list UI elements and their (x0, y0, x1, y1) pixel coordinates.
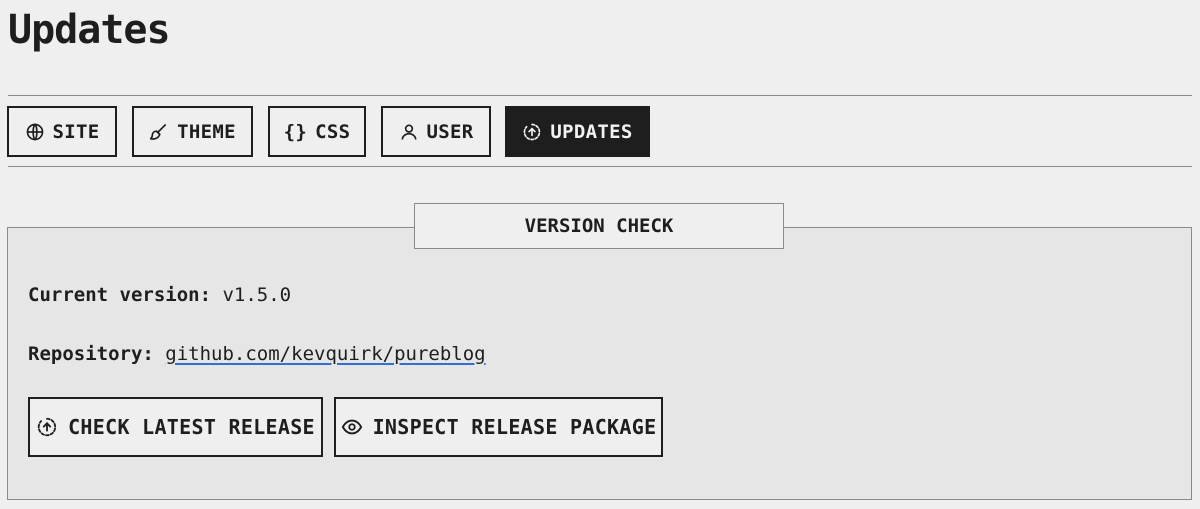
globe-icon (25, 122, 45, 142)
tab-css[interactable]: {} CSS (268, 106, 366, 157)
eye-icon (341, 416, 363, 438)
tab-theme[interactable]: THEME (132, 106, 253, 157)
settings-tabs: SITE THEME {} CSS USER UPDATES (0, 106, 1200, 157)
tab-site-label: SITE (52, 120, 100, 143)
divider-bottom (8, 166, 1192, 167)
tab-updates-label: UPDATES (550, 120, 633, 143)
tab-user-label: USER (426, 120, 474, 143)
divider-top (8, 95, 1192, 96)
repository-link[interactable]: github.com/kevquirk/pureblog (165, 343, 485, 365)
tab-css-label: CSS (315, 120, 351, 143)
current-version-row: Current version: v1.5.0 (28, 284, 291, 306)
braces-icon: {} (283, 120, 308, 143)
repository-row: Repository: github.com/kevquirk/pureblog (28, 343, 486, 365)
current-version-value: v1.5.0 (222, 284, 292, 306)
inspect-release-package-button[interactable]: INSPECT RELEASE PACKAGE (334, 397, 663, 457)
brush-icon (149, 122, 169, 142)
tab-updates[interactable]: UPDATES (505, 106, 650, 157)
tab-theme-label: THEME (177, 120, 236, 143)
current-version-label: Current version: (28, 284, 212, 306)
page-title: Updates (8, 7, 171, 53)
repository-label: Repository: (28, 343, 154, 365)
check-latest-release-label: CHECK LATEST RELEASE (68, 415, 315, 439)
inspect-release-package-label: INSPECT RELEASE PACKAGE (372, 415, 657, 439)
update-icon (36, 416, 58, 438)
check-latest-release-button[interactable]: CHECK LATEST RELEASE (28, 397, 323, 457)
version-check-legend: VERSION CHECK (414, 203, 784, 249)
update-icon (522, 122, 542, 142)
tab-user[interactable]: USER (381, 106, 491, 157)
tab-site[interactable]: SITE (7, 106, 117, 157)
user-icon (399, 122, 419, 142)
